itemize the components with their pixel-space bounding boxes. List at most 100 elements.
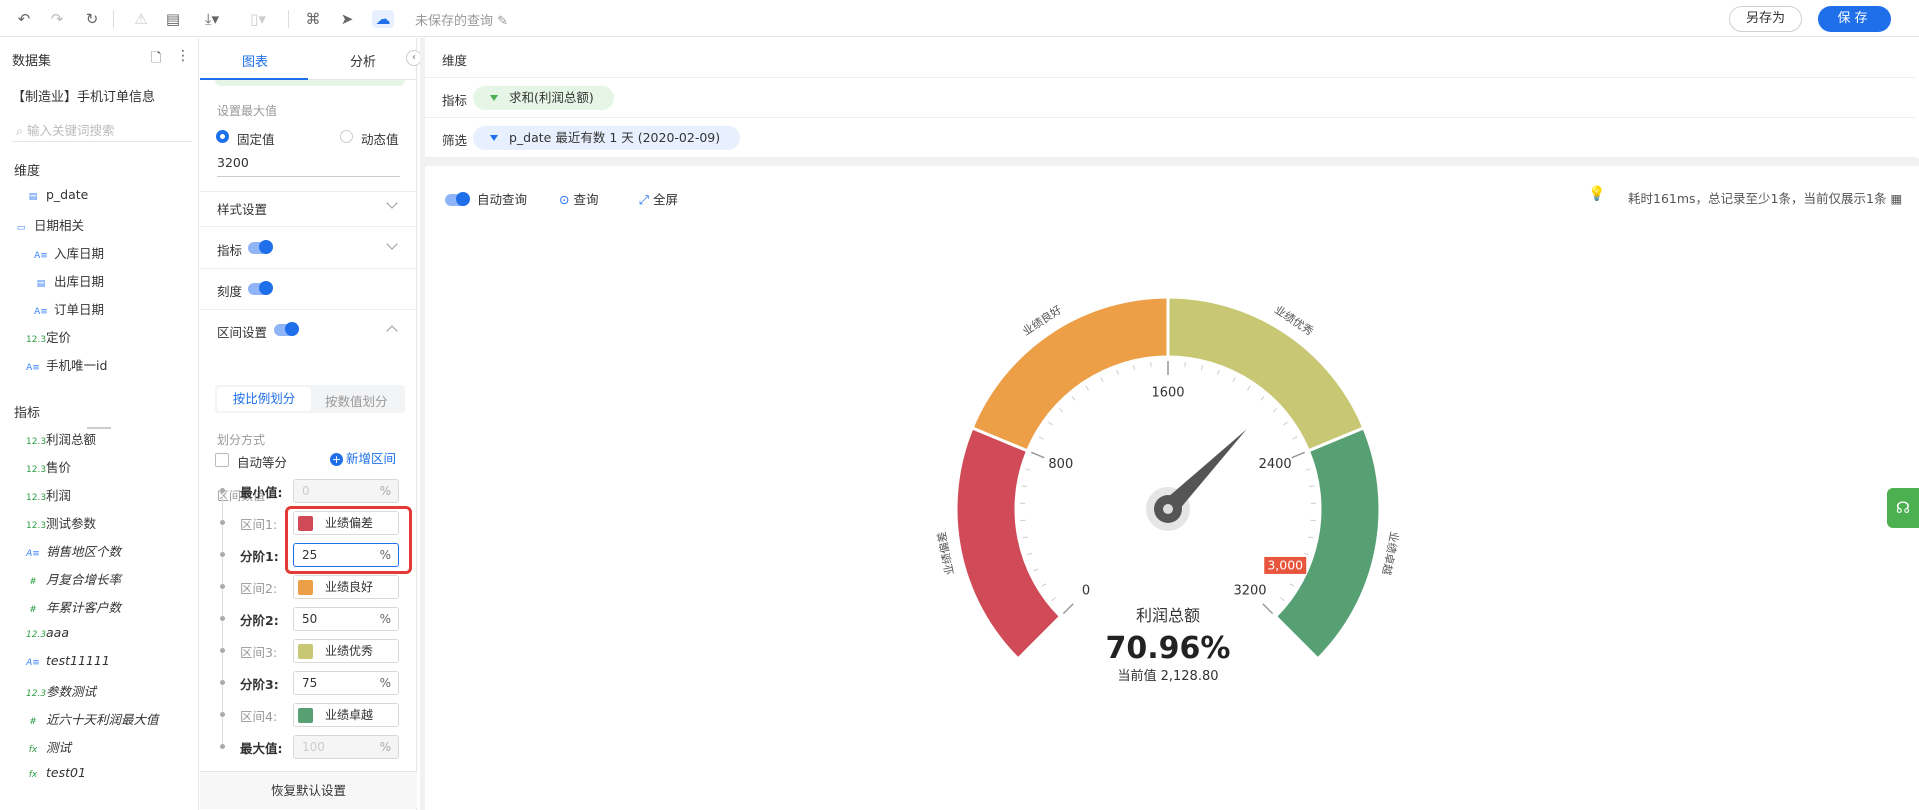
by-value-option[interactable]: 按数值划分 — [325, 391, 388, 410]
color-swatch[interactable] — [298, 644, 313, 659]
by-ratio-option[interactable]: 按比例划分 — [217, 387, 311, 411]
num-type-icon: 12.3 — [26, 630, 47, 640]
more-icon[interactable]: ⋮ — [176, 48, 190, 64]
step-label: 分阶1: — [240, 549, 279, 564]
num-type-icon: 12.3 — [26, 689, 47, 699]
dimension-field[interactable]: ▤ 出库日期 — [34, 271, 104, 291]
color-swatch[interactable] — [298, 580, 313, 595]
restore-defaults-button[interactable]: 恢复默认设置 — [200, 771, 417, 809]
auto-query-toggle[interactable] — [445, 192, 470, 206]
metric-field[interactable]: fx test01 — [26, 765, 86, 785]
num-type-icon: 12.3 — [26, 465, 47, 475]
timeline-dot — [220, 616, 225, 621]
metric-field[interactable]: 12.3aaa — [26, 625, 69, 645]
scale-toggle[interactable] — [248, 281, 273, 295]
alert-icon[interactable]: ⚠ — [132, 10, 150, 28]
export-icon[interactable]: ▯▾ — [243, 10, 273, 28]
table-icon[interactable]: ▦ — [1890, 191, 1902, 206]
metric-field[interactable]: 12.3参数测试 — [26, 681, 96, 701]
dimension-row[interactable]: 维度 — [425, 38, 1915, 78]
step-value-input[interactable]: 75% — [293, 671, 399, 695]
toolbar: ↶ ↷ ↻ ⚠ ▤ ⤓▾ ▯▾ ⌘ ➤ ☁ 未保存的查询 ✎ 另存为 保存 — [0, 0, 1919, 37]
step-value: 75 — [302, 676, 318, 690]
refresh-icon[interactable]: ↻ — [83, 10, 101, 28]
toolbar-divider — [113, 10, 114, 28]
text-type-icon: A≡ — [34, 251, 48, 261]
step-value-input[interactable]: 50% — [293, 607, 399, 631]
dataset-search-input[interactable]: ⌕ 输入关键词搜索 — [12, 120, 192, 142]
interval-toggle[interactable] — [274, 322, 299, 336]
color-swatch[interactable] — [298, 708, 313, 723]
save-button[interactable]: 保存 — [1818, 6, 1891, 32]
fixed-radio[interactable] — [216, 130, 229, 143]
interval-name-input[interactable]: 业绩卓越 — [293, 703, 399, 727]
tab-analysis[interactable]: 分析 — [350, 51, 376, 70]
metric-toggle[interactable] — [248, 240, 273, 254]
field-label: 出库日期 — [54, 274, 105, 289]
dataset-title: 数据集 — [12, 54, 52, 69]
auto-equal-checkbox[interactable] — [215, 453, 229, 467]
report-icon[interactable]: ▤ — [164, 10, 182, 28]
dimension-label: 维度 — [442, 53, 468, 68]
num-type-icon: 12.3 — [26, 493, 47, 503]
add-file-icon[interactable]: 🗋 — [151, 49, 161, 71]
undo-icon[interactable]: ↶ — [15, 10, 33, 28]
dimension-field[interactable]: 12.3定价 — [26, 327, 71, 347]
config-tabs: 图表 分析 — [200, 38, 417, 80]
scan-icon[interactable]: ⌘ — [304, 10, 322, 28]
hash-type-icon: # — [29, 717, 37, 727]
fullscreen-button[interactable]: ⤢ 全屏 — [639, 189, 678, 208]
dimension-field[interactable]: A≡ 订单日期 — [34, 299, 104, 319]
metric-field[interactable]: # 月复合增长率 — [26, 569, 121, 589]
style-settings-title[interactable]: 样式设置 — [217, 199, 267, 218]
metric-field[interactable]: A≡ test11111 — [26, 653, 110, 673]
add-interval-button[interactable]: + 新增区间 — [330, 448, 396, 467]
dimension-field[interactable]: A≡ 入库日期 — [34, 243, 104, 263]
download-icon[interactable]: ⤓▾ — [197, 10, 227, 28]
send-icon[interactable]: ➤ — [338, 10, 356, 28]
save-as-button[interactable]: 另存为 — [1729, 6, 1802, 32]
step-label: 分阶3: — [240, 677, 279, 692]
query-button[interactable]: ⊙ 查询 — [559, 189, 598, 208]
field-label: 售价 — [46, 460, 72, 475]
auto-query-control[interactable]: 自动查询 — [445, 189, 527, 208]
interval-name-input[interactable]: 业绩优秀 — [293, 639, 399, 663]
metric-field[interactable]: 12.3售价 — [26, 457, 71, 477]
metric-field[interactable]: fx 测试 — [26, 737, 71, 757]
dimension-field[interactable]: ▭ 日期相关 — [14, 215, 84, 235]
metric-field[interactable]: A≡ 销售地区个数 — [26, 541, 121, 561]
metric-title: 指标 — [217, 243, 243, 258]
filter-pill[interactable]: p_date 最近有数 1 天 (2020-02-09) — [473, 126, 741, 150]
play-icon: ⊙ — [559, 192, 570, 207]
field-label: p_date — [46, 187, 89, 202]
dataset-name[interactable]: 【制造业】手机订单信息 — [12, 86, 155, 105]
dimension-field[interactable]: ▤ p_date — [26, 187, 89, 207]
chevron-down-icon[interactable] — [386, 238, 398, 250]
dimension-field[interactable]: A≡ 手机唯一id — [26, 355, 107, 375]
metrics-title: 指标 — [14, 406, 41, 421]
metric-pill[interactable]: 求和(利润总额) — [473, 86, 614, 110]
interval-label: 区间2: — [240, 581, 278, 596]
chevron-down-icon[interactable] — [386, 197, 398, 209]
text-type-icon: A≡ — [26, 363, 40, 373]
support-headset-icon[interactable]: ☊ — [1887, 488, 1919, 528]
highlight-box — [285, 506, 412, 574]
metric-field[interactable]: 12.3利润 — [26, 485, 71, 505]
text-type-icon: A≡ — [34, 307, 48, 317]
interval-name-input[interactable]: 业绩良好 — [293, 575, 399, 599]
edit-icon[interactable]: ✎ — [497, 14, 508, 29]
field-label: 年累计客户数 — [46, 600, 122, 615]
tab-chart[interactable]: 图表 — [242, 51, 268, 70]
metric-field[interactable]: # 年累计客户数 — [26, 597, 121, 617]
metric-field[interactable]: # 近六十天利润最大值 — [26, 709, 158, 729]
metric-field[interactable]: 12.3测试参数 — [26, 513, 96, 533]
metric-field[interactable]: 12.3利润总额 — [26, 429, 96, 449]
dynamic-radio[interactable] — [340, 130, 353, 143]
min-value-input: 0% — [293, 479, 399, 503]
redo-icon[interactable]: ↷ — [48, 10, 66, 28]
max-value-input[interactable]: 3200 — [217, 155, 400, 177]
max-value-input: 100% — [293, 735, 399, 759]
chevron-up-icon[interactable] — [386, 325, 398, 337]
cloud-sync-icon[interactable]: ☁ — [372, 10, 394, 28]
text-type-icon: A≡ — [26, 658, 40, 668]
